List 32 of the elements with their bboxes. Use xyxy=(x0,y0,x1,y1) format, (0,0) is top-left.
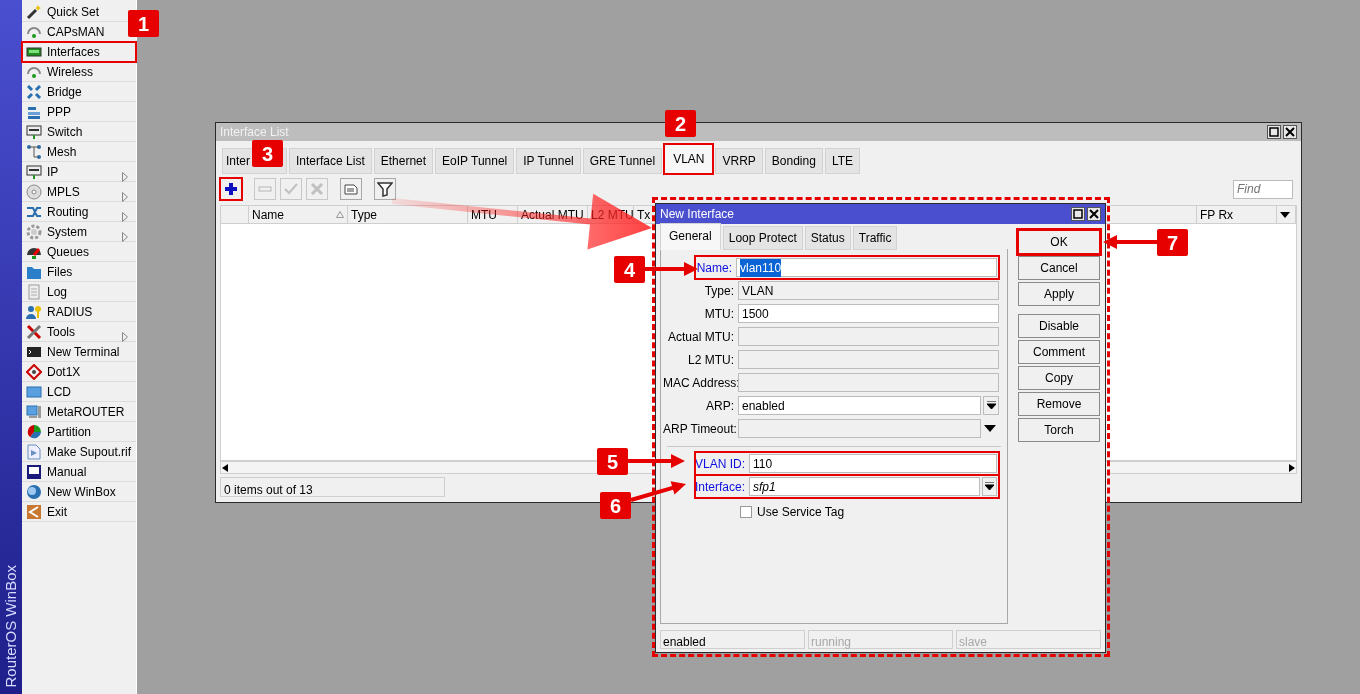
field-value: vlan110 xyxy=(740,258,782,277)
field-value: enabled xyxy=(742,397,785,415)
column-header: FP Rx xyxy=(1197,206,1277,223)
step-number-tooltip: 7 xyxy=(1157,229,1188,256)
field-label: L2 MTU: xyxy=(687,351,734,369)
brand-label: RouterOS WinBox xyxy=(0,565,20,688)
checkbox-label: Use Service Tag xyxy=(757,504,845,521)
field-value: 1500 xyxy=(742,305,769,323)
field-label: Name: xyxy=(695,259,732,277)
field-label: Actual MTU: xyxy=(667,328,734,346)
step-number-tooltip: 1 xyxy=(128,10,159,37)
window-title: New Interface xyxy=(660,206,735,223)
step-number-tooltip: 6 xyxy=(600,492,631,519)
column-header: Name xyxy=(249,206,348,223)
step-number-tooltip: 4 xyxy=(614,256,645,283)
field-label: Interface: xyxy=(695,478,746,496)
status-field: enabled xyxy=(660,630,805,649)
field-value: VLAN xyxy=(742,282,774,300)
field-label: ARP: xyxy=(705,397,734,415)
field-value: sfp1 xyxy=(753,478,776,496)
field-label: VLAN ID: xyxy=(695,455,745,473)
field-label: MTU: xyxy=(703,305,734,323)
step-number-tooltip: 2 xyxy=(665,110,696,137)
field-label: Type: xyxy=(703,282,734,300)
status-text: 0 items out of 13 xyxy=(220,477,445,497)
step-number-tooltip: 5 xyxy=(597,448,628,475)
status-field: running xyxy=(808,630,953,649)
column-header: Type xyxy=(348,206,468,223)
field-value: 110 xyxy=(753,455,773,473)
field-label: ARP Timeout: xyxy=(663,420,734,438)
step-number-tooltip: 3 xyxy=(252,140,283,167)
status-field: slave xyxy=(956,630,1101,649)
